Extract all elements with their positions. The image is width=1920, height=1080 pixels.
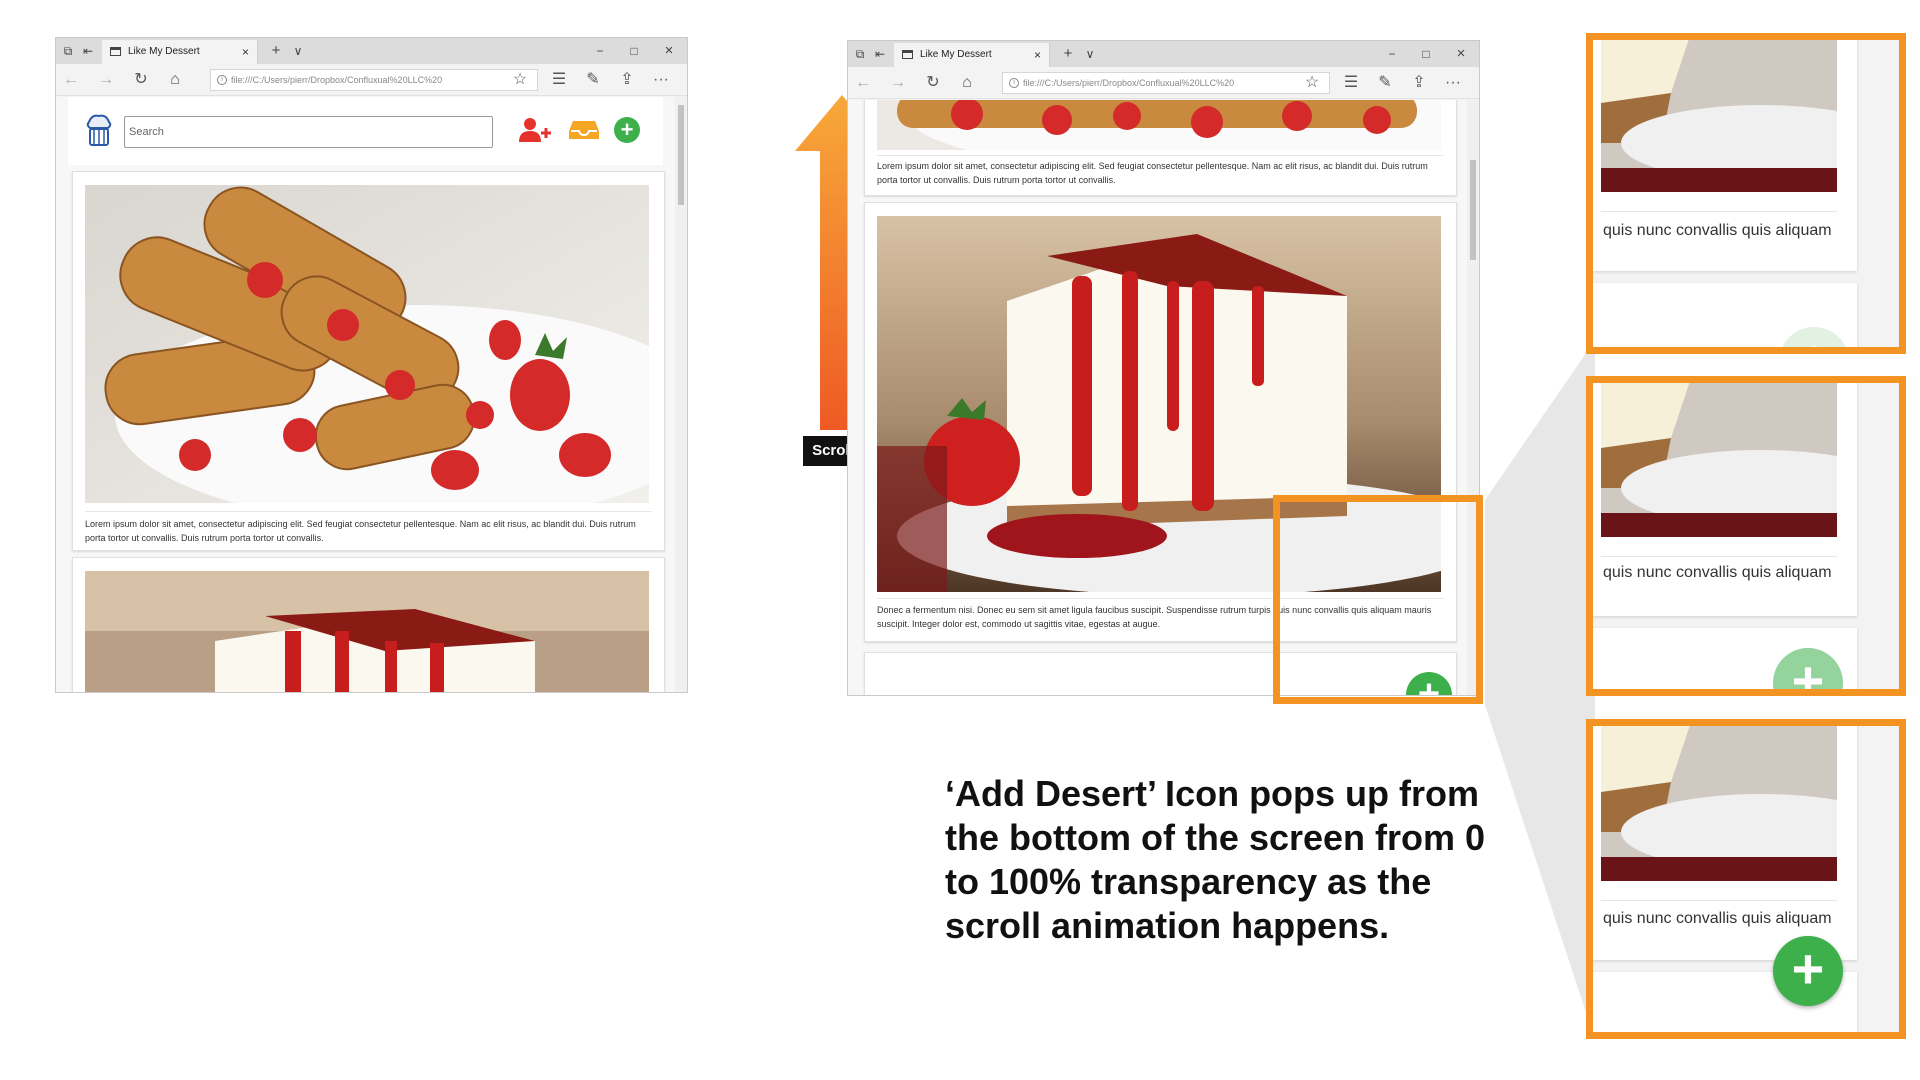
url-field[interactable]: i file:///C:/Users/pierr/Dropbox/Conflux… bbox=[1002, 72, 1330, 94]
page-viewport[interactable]: Search + Lorem ipsum dolor sit amet, con… bbox=[56, 97, 675, 692]
tab-like-my-dessert[interactable]: Like My Dessert × bbox=[102, 40, 258, 64]
set-aside-tabs-icon[interactable]: ⇤ bbox=[870, 41, 890, 67]
minimize-button[interactable]: − bbox=[1382, 41, 1402, 67]
plus-icon: + bbox=[620, 117, 634, 142]
favorite-star-icon[interactable]: ☆ bbox=[509, 64, 531, 96]
close-window-button[interactable]: × bbox=[1451, 41, 1471, 67]
favorites-hub-icon[interactable]: ☰ bbox=[548, 64, 570, 96]
annotation-callout: ‘Add Desert’ Icon pops up from the botto… bbox=[945, 773, 1486, 946]
post-caption: Lorem ipsum dolor sit amet, consectetur … bbox=[877, 161, 1428, 185]
tab-manager-icon[interactable]: ⧉ bbox=[850, 41, 870, 67]
french-toast-illustration bbox=[85, 185, 649, 503]
browser-window-before-scroll: ⧉ ⇤ Like My Dessert × + ∨ − □ × ← → ↻ ⌂ … bbox=[55, 37, 688, 693]
page-icon bbox=[902, 50, 913, 59]
maximize-button[interactable]: □ bbox=[1416, 41, 1436, 67]
scrollbar-thumb[interactable] bbox=[678, 105, 684, 205]
back-arrow-icon[interactable]: ← bbox=[60, 64, 82, 96]
add-dessert-header-button[interactable]: + bbox=[614, 117, 640, 143]
home-icon[interactable]: ⌂ bbox=[956, 67, 978, 99]
tab-bar: ⧉ ⇤ Like My Dessert × + ∨ − □ × bbox=[848, 41, 1479, 67]
tab-title: Like My Dessert bbox=[128, 46, 200, 57]
vertical-scrollbar[interactable] bbox=[675, 97, 687, 692]
pen-icon[interactable]: ✎ bbox=[1374, 67, 1396, 99]
new-tab-button[interactable]: + bbox=[1058, 41, 1078, 67]
zoom-frame-border-2 bbox=[1586, 376, 1906, 696]
set-aside-tabs-icon[interactable]: ⇤ bbox=[78, 38, 98, 64]
zoom-frame-border-1 bbox=[1586, 33, 1906, 354]
close-tab-icon[interactable]: × bbox=[242, 40, 249, 64]
new-tab-button[interactable]: + bbox=[266, 38, 286, 64]
forward-arrow-icon[interactable]: → bbox=[887, 67, 909, 99]
url-text: file:///C:/Users/pierr/Dropbox/Confluxua… bbox=[1023, 78, 1235, 88]
forward-arrow-icon[interactable]: → bbox=[95, 64, 117, 96]
address-bar: ← → ↻ ⌂ i file:///C:/Users/pierr/Dropbox… bbox=[848, 67, 1479, 99]
inbox-tray-icon[interactable] bbox=[568, 119, 600, 141]
more-menu-icon[interactable]: ··· bbox=[650, 64, 672, 96]
search-input[interactable]: Search bbox=[124, 116, 493, 148]
minimize-button[interactable]: − bbox=[590, 38, 610, 64]
card-divider bbox=[85, 511, 652, 512]
home-icon[interactable]: ⌂ bbox=[164, 64, 186, 96]
zoom-frame-border-3 bbox=[1586, 719, 1906, 1039]
dessert-post-card: Lorem ipsum dolor sit amet, consectetur … bbox=[72, 171, 665, 551]
share-icon[interactable]: ⇪ bbox=[616, 64, 638, 96]
site-info-icon[interactable]: i bbox=[1009, 78, 1019, 88]
back-arrow-icon[interactable]: ← bbox=[852, 67, 874, 99]
pen-icon[interactable]: ✎ bbox=[582, 64, 604, 96]
card-divider bbox=[877, 155, 1444, 156]
refresh-icon[interactable]: ↻ bbox=[130, 64, 152, 96]
refresh-icon[interactable]: ↻ bbox=[922, 67, 944, 99]
french-toast-rolls-photo bbox=[877, 100, 1441, 150]
cupcake-logo-icon[interactable] bbox=[84, 112, 114, 150]
more-menu-icon[interactable]: ··· bbox=[1442, 67, 1464, 99]
close-tab-icon[interactable]: × bbox=[1034, 43, 1041, 67]
dessert-post-card bbox=[72, 557, 665, 692]
cheesecake-illustration bbox=[85, 571, 649, 692]
cheesecake-photo bbox=[85, 571, 649, 692]
post-caption: Lorem ipsum dolor sit amet, consectetur … bbox=[85, 519, 636, 543]
address-bar: ← → ↻ ⌂ i file:///C:/Users/pierr/Dropbox… bbox=[56, 64, 687, 96]
url-text: file:///C:/Users/pierr/Dropbox/Confluxua… bbox=[231, 75, 443, 85]
page-icon bbox=[110, 47, 121, 56]
add-user-icon[interactable] bbox=[519, 117, 551, 143]
tab-list-chevron-icon[interactable]: ∨ bbox=[1080, 41, 1100, 67]
site-info-icon[interactable]: i bbox=[217, 75, 227, 85]
french-toast-rolls-photo bbox=[85, 185, 649, 503]
dessert-post-card: Lorem ipsum dolor sit amet, consectetur … bbox=[864, 100, 1457, 196]
tab-like-my-dessert[interactable]: Like My Dessert × bbox=[894, 43, 1050, 67]
add-button-highlight-box bbox=[1273, 495, 1483, 704]
close-window-button[interactable]: × bbox=[659, 38, 679, 64]
tab-list-chevron-icon[interactable]: ∨ bbox=[288, 38, 308, 64]
share-icon[interactable]: ⇪ bbox=[1408, 67, 1430, 99]
tab-title: Like My Dessert bbox=[920, 49, 992, 60]
maximize-button[interactable]: □ bbox=[624, 38, 644, 64]
scrollbar-thumb[interactable] bbox=[1470, 160, 1476, 260]
tab-bar: ⧉ ⇤ Like My Dessert × + ∨ − □ × bbox=[56, 38, 687, 64]
favorites-hub-icon[interactable]: ☰ bbox=[1340, 67, 1362, 99]
site-header: Search + bbox=[68, 97, 663, 165]
french-toast-illustration bbox=[877, 100, 1441, 150]
favorite-star-icon[interactable]: ☆ bbox=[1301, 67, 1323, 99]
url-field[interactable]: i file:///C:/Users/pierr/Dropbox/Conflux… bbox=[210, 69, 538, 91]
tab-manager-icon[interactable]: ⧉ bbox=[58, 38, 78, 64]
